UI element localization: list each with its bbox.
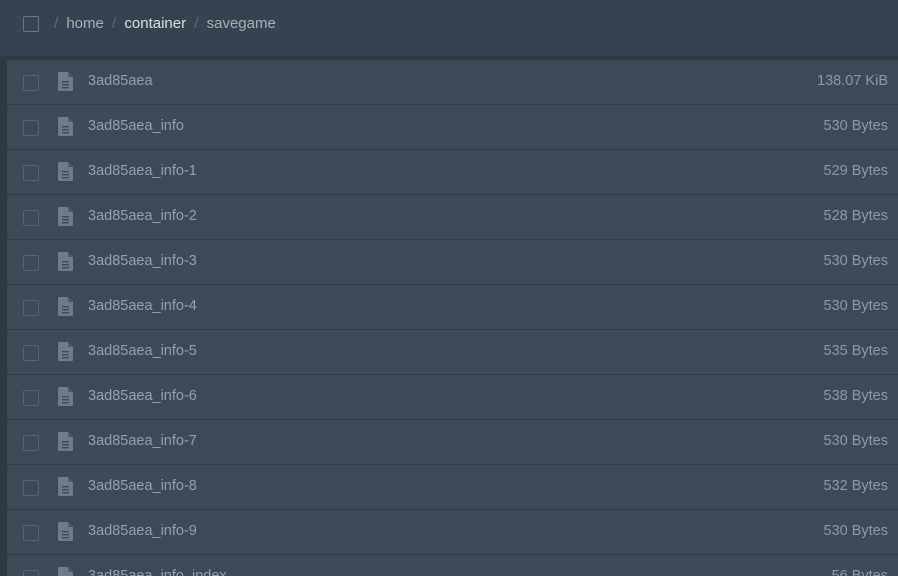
row-checkbox[interactable] xyxy=(23,255,39,271)
select-all-checkbox[interactable] xyxy=(23,16,39,32)
file-row[interactable]: 3ad85aea_info-5 535 Bytes xyxy=(7,330,898,375)
file-row[interactable]: 3ad85aea_info-1 529 Bytes xyxy=(7,150,898,195)
file-icon xyxy=(58,72,74,91)
row-checkbox[interactable] xyxy=(23,390,39,406)
file-size: 528 Bytes xyxy=(823,208,889,224)
file-size: 530 Bytes xyxy=(823,298,889,314)
file-row[interactable]: 3ad85aea_info-4 530 Bytes xyxy=(7,285,898,330)
breadcrumb-item-container[interactable]: container xyxy=(124,15,186,32)
breadcrumb-separator: / xyxy=(194,15,199,32)
file-name[interactable]: 3ad85aea_info-5 xyxy=(88,343,197,359)
file-size: 538 Bytes xyxy=(823,388,889,404)
file-row[interactable]: 3ad85aea_info-7 530 Bytes xyxy=(7,420,898,465)
file-name[interactable]: 3ad85aea_info-1 xyxy=(88,163,197,179)
file-name[interactable]: 3ad85aea_info-7 xyxy=(88,433,197,449)
breadcrumb: / home / container / savegame xyxy=(54,15,276,32)
file-name[interactable]: 3ad85aea xyxy=(88,73,153,89)
breadcrumb-separator: / xyxy=(112,15,117,32)
file-icon xyxy=(58,522,74,541)
file-row[interactable]: 3ad85aea_info-2 528 Bytes xyxy=(7,195,898,240)
file-name[interactable]: 3ad85aea_info-9 xyxy=(88,523,197,539)
file-size: 530 Bytes xyxy=(823,118,889,134)
row-checkbox[interactable] xyxy=(23,165,39,181)
row-checkbox[interactable] xyxy=(23,120,39,136)
file-size: 529 Bytes xyxy=(823,163,889,179)
row-checkbox[interactable] xyxy=(23,300,39,316)
file-name[interactable]: 3ad85aea_info xyxy=(88,118,184,134)
file-row[interactable]: 3ad85aea_info_index 56 Bytes xyxy=(7,555,898,576)
file-size: 56 Bytes xyxy=(831,568,888,576)
file-name[interactable]: 3ad85aea_info_index xyxy=(88,568,227,576)
file-row[interactable]: 3ad85aea_info-6 538 Bytes xyxy=(7,375,898,420)
row-checkbox[interactable] xyxy=(23,525,39,541)
file-icon xyxy=(58,252,74,271)
file-size: 530 Bytes xyxy=(823,253,889,269)
header-bar: / home / container / savegame xyxy=(0,0,898,48)
file-name[interactable]: 3ad85aea_info-4 xyxy=(88,298,197,314)
row-checkbox[interactable] xyxy=(23,570,39,576)
file-name[interactable]: 3ad85aea_info-8 xyxy=(88,478,197,494)
breadcrumb-separator: / xyxy=(54,15,59,32)
file-size: 530 Bytes xyxy=(823,433,889,449)
file-row[interactable]: 3ad85aea_info-3 530 Bytes xyxy=(7,240,898,285)
row-checkbox[interactable] xyxy=(23,210,39,226)
file-size: 138.07 KiB xyxy=(817,73,888,89)
file-icon xyxy=(58,207,74,226)
file-size: 530 Bytes xyxy=(823,523,889,539)
row-checkbox[interactable] xyxy=(23,75,39,91)
file-name[interactable]: 3ad85aea_info-3 xyxy=(88,253,197,269)
file-icon xyxy=(58,432,74,451)
row-checkbox[interactable] xyxy=(23,480,39,496)
file-row[interactable]: 3ad85aea_info-9 530 Bytes xyxy=(7,510,898,555)
file-icon xyxy=(58,162,74,181)
file-size: 532 Bytes xyxy=(823,478,889,494)
file-row[interactable]: 3ad85aea_info 530 Bytes xyxy=(7,105,898,150)
file-icon xyxy=(58,477,74,496)
file-row[interactable]: 3ad85aea_info-8 532 Bytes xyxy=(7,465,898,510)
row-checkbox[interactable] xyxy=(23,345,39,361)
row-checkbox[interactable] xyxy=(23,435,39,451)
file-icon xyxy=(58,117,74,136)
file-icon xyxy=(58,387,74,406)
file-browser: / home / container / savegame 3ad85aea 13… xyxy=(0,0,898,576)
file-name[interactable]: 3ad85aea_info-6 xyxy=(88,388,197,404)
file-list: 3ad85aea 138.07 KiB 3ad85aea_info 530 Bytes… xyxy=(7,60,898,576)
breadcrumb-item-home[interactable]: home xyxy=(66,15,104,32)
file-icon xyxy=(58,342,74,361)
file-icon xyxy=(58,567,74,576)
file-name[interactable]: 3ad85aea_info-2 xyxy=(88,208,197,224)
file-row[interactable]: 3ad85aea 138.07 KiB xyxy=(7,60,898,105)
breadcrumb-item-savegame[interactable]: savegame xyxy=(207,15,276,32)
file-size: 535 Bytes xyxy=(823,343,889,359)
file-icon xyxy=(58,297,74,316)
